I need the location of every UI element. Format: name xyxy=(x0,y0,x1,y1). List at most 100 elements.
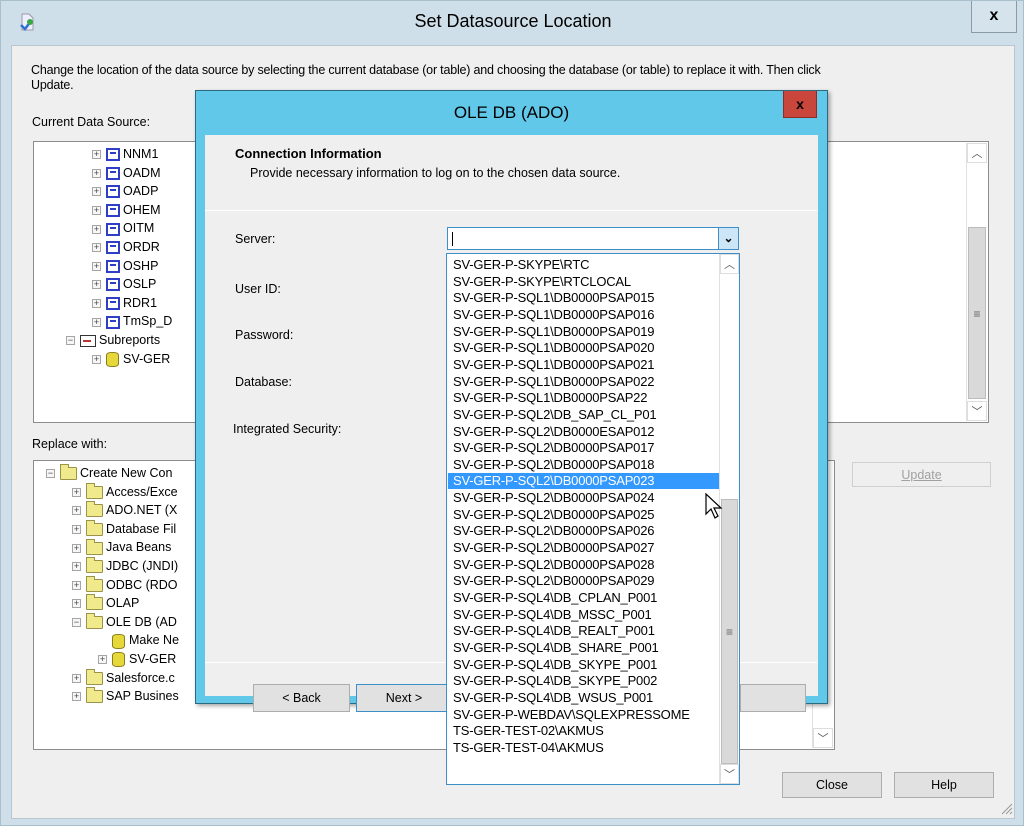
server-option[interactable]: SV-GER-P-SQL2\DB0000PSAP026 xyxy=(448,523,720,539)
server-option[interactable]: SV-GER-P-WEBDAV\SQLEXPRESSOME xyxy=(448,707,720,723)
server-option[interactable]: SV-GER-P-SQL2\DB_SAP_CL_P01 xyxy=(448,407,720,423)
server-option[interactable]: SV-GER-P-SQL4\DB_SKYPE_P001 xyxy=(448,657,720,673)
tree-node[interactable]: + ODBC (RDO xyxy=(72,575,178,594)
tree-node[interactable]: + NNM1 xyxy=(92,145,158,163)
expand-icon[interactable]: + xyxy=(72,525,81,534)
expand-icon[interactable]: + xyxy=(92,224,101,234)
expand-icon[interactable]: + xyxy=(72,580,81,590)
collapse-icon[interactable]: − xyxy=(46,469,55,479)
server-option[interactable]: SV-GER-P-SQL1\DB0000PSAP016 xyxy=(448,307,720,323)
tree-node[interactable]: + ORDR xyxy=(92,238,160,256)
server-option[interactable]: TS-GER-TEST-04\AKMUS xyxy=(448,740,720,756)
tree-node[interactable]: + Access/Exce xyxy=(72,482,178,501)
server-option[interactable]: SV-GER-P-SQL1\DB0000PSAP22 xyxy=(448,390,720,406)
integrated-security-label: Integrated Security: xyxy=(233,422,342,436)
tree-node[interactable]: + Java Beans xyxy=(72,538,171,556)
close-button[interactable]: Close xyxy=(782,772,882,798)
expand-icon[interactable]: + xyxy=(98,655,107,665)
server-option[interactable]: SV-GER-P-SKYPE\RTCLOCAL xyxy=(448,274,720,290)
tree-node[interactable]: + Database Fil xyxy=(72,520,176,538)
tree-node[interactable]: + OITM xyxy=(92,219,154,237)
server-option[interactable]: SV-GER-P-SQL4\DB_MSSC_P001 xyxy=(448,607,720,623)
tree-node[interactable]: − Create New Con xyxy=(46,464,172,482)
expand-icon[interactable]: + xyxy=(72,599,81,609)
tree-node[interactable]: − OLE DB (AD xyxy=(72,613,177,631)
server-option[interactable]: SV-GER-P-SQL1\DB0000PSAP022 xyxy=(448,374,720,390)
scroll-up-icon[interactable]: ︿ xyxy=(720,254,739,274)
update-button[interactable]: Update xyxy=(852,462,991,487)
server-option[interactable]: SV-GER-P-SQL1\DB0000PSAP015 xyxy=(448,290,720,306)
scroll-down-icon[interactable]: ﹀ xyxy=(720,764,739,784)
scroll-thumb[interactable]: ≡ xyxy=(968,227,986,399)
back-button[interactable]: < Back xyxy=(253,684,350,712)
server-option[interactable]: SV-GER-P-SQL2\DB0000PSAP028 xyxy=(448,557,720,573)
tree-node[interactable]: + RDR1 xyxy=(92,294,157,312)
expand-icon[interactable]: + xyxy=(72,506,81,516)
server-option[interactable]: SV-GER-P-SQL2\DB0000PSAP018 xyxy=(448,457,720,473)
scroll-down-icon[interactable]: ﹀ xyxy=(967,401,987,421)
expand-icon[interactable]: + xyxy=(72,562,81,572)
server-option[interactable]: SV-GER-P-SQL2\DB0000PSAP029 xyxy=(448,573,720,589)
expand-icon[interactable]: + xyxy=(92,317,101,327)
tree-node[interactable]: + OADP xyxy=(92,182,158,200)
tree-node[interactable]: Make Ne xyxy=(98,631,179,649)
collapse-icon[interactable]: − xyxy=(72,618,81,627)
tree-node[interactable]: + JDBC (JNDI) xyxy=(72,557,178,575)
help-button[interactable]: Help xyxy=(894,772,994,798)
expand-icon[interactable]: + xyxy=(92,187,101,197)
chevron-down-icon[interactable]: ⌄ xyxy=(718,228,738,249)
dialog-close-button[interactable]: x xyxy=(783,91,817,118)
tree-node[interactable]: + OADM xyxy=(92,164,161,182)
expand-icon[interactable]: + xyxy=(72,692,81,702)
scroll-thumb[interactable]: ≡ xyxy=(721,499,738,764)
finish-button[interactable] xyxy=(740,684,806,712)
server-option[interactable]: SV-GER-P-SQL4\DB_WSUS_P001 xyxy=(448,690,720,706)
tree-node[interactable]: + ADO.NET (X xyxy=(72,501,177,519)
tree-node[interactable]: + SAP Busines xyxy=(72,687,179,705)
server-option[interactable]: SV-GER-P-SQL2\DB0000PSAP025 xyxy=(448,507,720,523)
server-option[interactable]: SV-GER-P-SQL1\DB0000PSAP021 xyxy=(448,357,720,373)
tree-node[interactable]: + SV-GER xyxy=(98,650,176,668)
server-combobox[interactable]: ⌄ xyxy=(447,227,739,250)
expand-icon[interactable]: + xyxy=(92,168,101,178)
server-option[interactable]: SV-GER-P-SKYPE\RTC xyxy=(448,257,720,273)
tree-node[interactable]: + OSHP xyxy=(92,257,158,275)
window-close-button[interactable]: x xyxy=(971,1,1017,33)
tree-node[interactable]: + SV-GER xyxy=(92,350,170,368)
collapse-icon[interactable]: − xyxy=(66,336,75,346)
server-dropdown-list[interactable]: SV-GER-P-SKYPE\RTC SV-GER-P-SKYPE\RTCLOCA… xyxy=(446,253,740,785)
tree-node[interactable]: + TmSp_D xyxy=(92,312,172,330)
scroll-up-icon[interactable]: ︿ xyxy=(967,143,987,163)
server-option[interactable]: SV-GER-P-SQL2\DB0000PSAP027 xyxy=(448,540,720,556)
expand-icon[interactable]: + xyxy=(72,487,81,497)
expand-icon[interactable]: + xyxy=(92,354,101,364)
expand-icon[interactable]: + xyxy=(92,206,101,215)
server-option[interactable]: SV-GER-P-SQL2\DB0000PSAP023 xyxy=(448,473,720,490)
expand-icon[interactable]: + xyxy=(72,543,81,553)
server-option[interactable]: TS-GER-TEST-02\AKMUS xyxy=(448,723,720,739)
resize-grip-icon[interactable] xyxy=(999,801,1013,815)
scroll-down-icon[interactable]: ﹀ xyxy=(813,728,833,748)
tree-node[interactable]: − Subreports xyxy=(66,331,160,349)
server-option[interactable]: SV-GER-P-SQL2\DB0000ESAP012 xyxy=(448,424,720,440)
expand-icon[interactable]: + xyxy=(92,261,101,271)
server-option[interactable]: SV-GER-P-SQL4\DB_SHARE_P001 xyxy=(448,640,720,656)
tree-node[interactable]: + OSLP xyxy=(92,275,156,293)
expand-icon[interactable]: + xyxy=(92,299,101,308)
server-option[interactable]: SV-GER-P-SQL1\DB0000PSAP020 xyxy=(448,340,720,356)
expand-icon[interactable]: + xyxy=(92,150,101,160)
next-button[interactable]: Next > xyxy=(356,684,452,712)
expand-icon[interactable]: + xyxy=(92,243,101,253)
tree-node[interactable]: + OLAP xyxy=(72,594,139,612)
tree-node[interactable]: + Salesforce.c xyxy=(72,668,175,687)
server-option[interactable]: SV-GER-P-SQL2\DB0000PSAP024 xyxy=(448,490,720,506)
expand-icon[interactable]: + xyxy=(72,673,81,683)
server-option[interactable]: SV-GER-P-SQL2\DB0000PSAP017 xyxy=(448,440,720,456)
server-option[interactable]: SV-GER-P-SQL4\DB_REALT_P001 xyxy=(448,623,720,639)
tree-node[interactable]: + OHEM xyxy=(92,201,161,219)
server-option[interactable]: SV-GER-P-SQL1\DB0000PSAP019 xyxy=(448,324,720,340)
server-option[interactable]: SV-GER-P-SQL4\DB_CPLAN_P001 xyxy=(448,590,720,606)
expand-icon[interactable]: + xyxy=(92,280,101,290)
server-option[interactable]: SV-GER-P-SQL4\DB_SKYPE_P002 xyxy=(448,673,720,689)
current-tree-scrollbar[interactable]: ︿ ≡ ﹀ xyxy=(966,143,987,421)
